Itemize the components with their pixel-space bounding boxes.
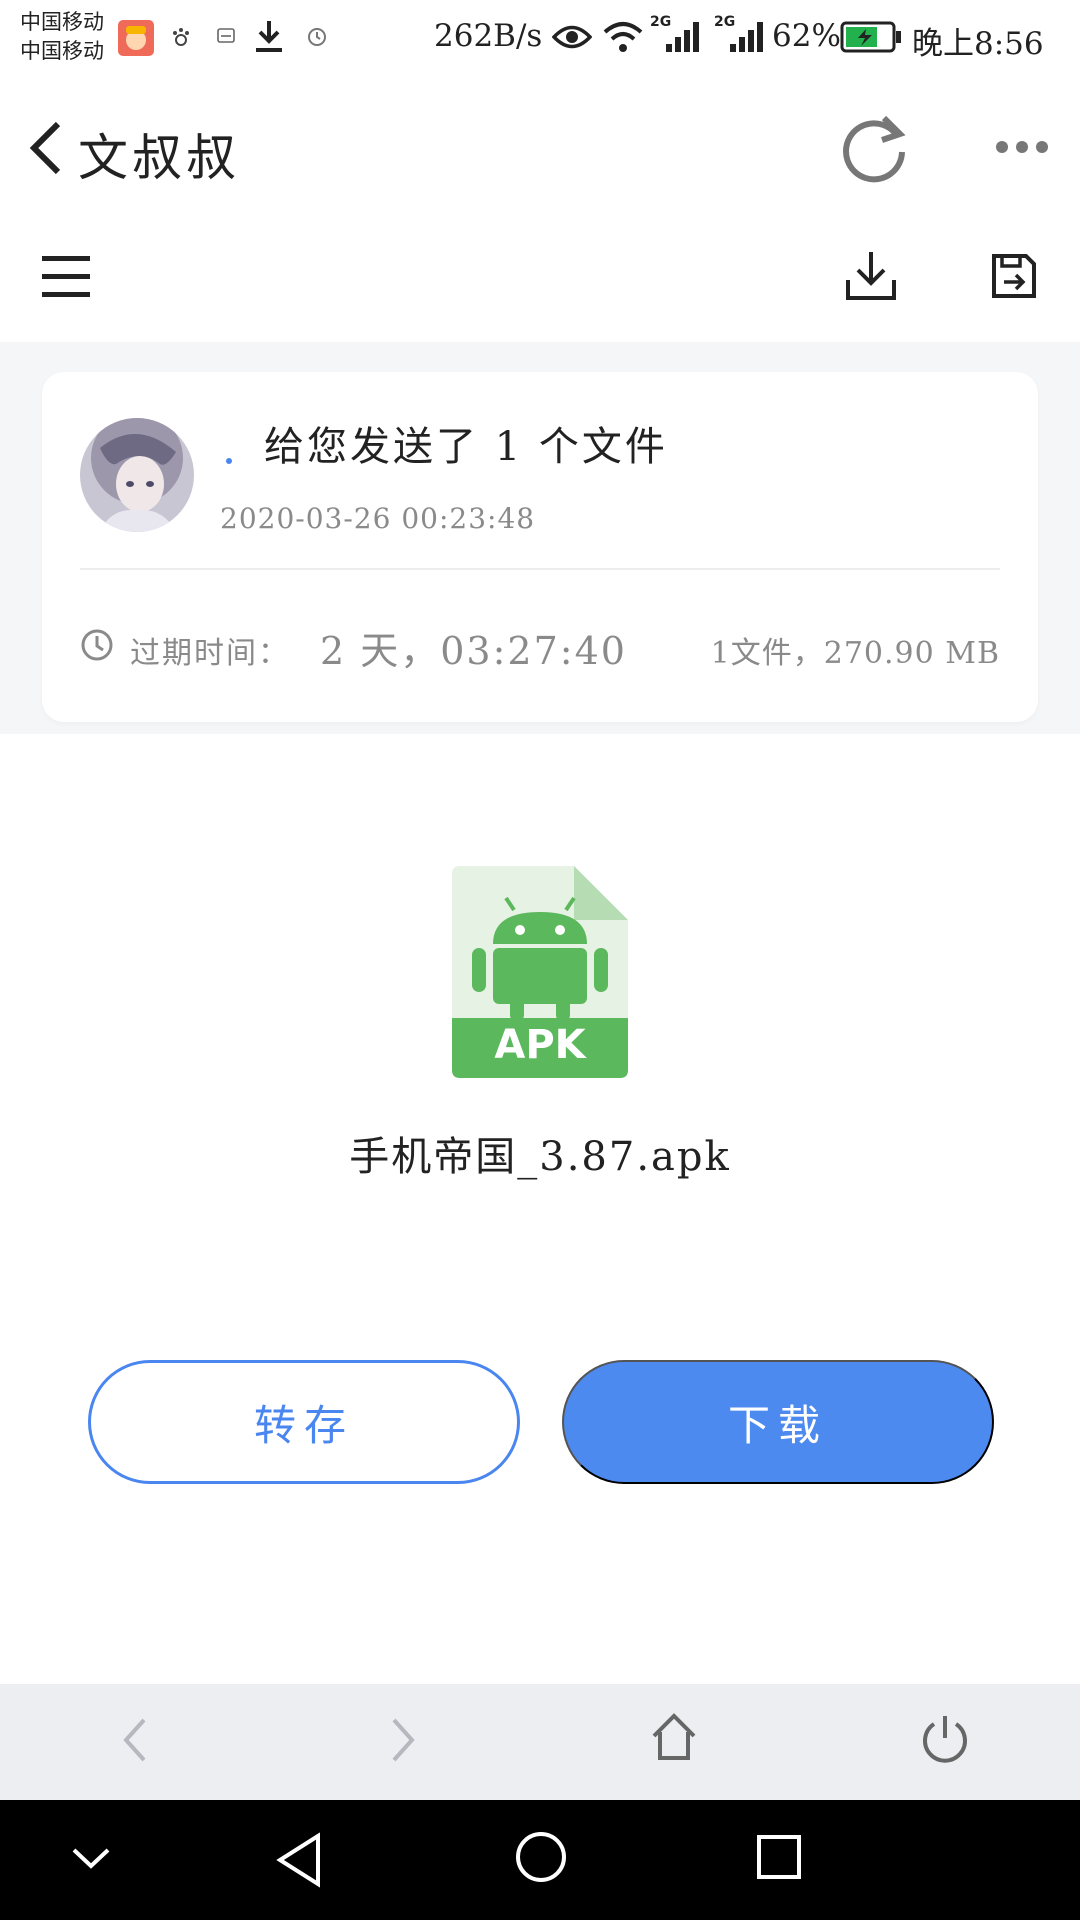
carrier-info: 中国移动 中国移动 [20,8,104,66]
net-speed: 262B/s [434,18,543,54]
share-card: 给您发送了 1 个文件 2020-03-26 00:23:48 过期时间： 2 … [42,372,1038,722]
app-avatar-icon [118,20,154,60]
expire-value: 2 天，03:27:40 [320,629,627,673]
sent-message: 给您发送了 1 个文件 [264,424,668,470]
refresh-icon[interactable] [838,112,910,188]
eye-icon [551,22,593,56]
back-arrow-icon[interactable] [118,1714,150,1770]
apk-file-icon: APK [452,866,628,1082]
signal-icon [664,18,704,58]
app-header: 文叔叔 [0,78,1080,220]
download-button[interactable]: 下载 [562,1360,994,1484]
download-icon[interactable] [844,250,898,306]
file-name: 手机帝国_3.87.apk [349,1134,731,1180]
sent-time: 2020-03-26 00:23:48 [220,502,536,535]
download-icon [252,18,286,58]
back-triangle-icon[interactable] [274,1832,324,1892]
alarm-icon [306,26,328,52]
toolbar [0,220,1080,342]
page-title: 文叔叔 [78,129,240,187]
file-summary: 1文件，270.90 MB [710,636,1000,671]
sender-name-dot [226,458,232,464]
avatar [80,418,194,532]
battery-percent: 62% [772,18,841,54]
paw-icon [170,26,192,52]
wifi-icon [602,20,644,58]
menu-icon[interactable] [42,254,92,304]
save-to-icon[interactable] [990,252,1038,304]
signal-icon [728,18,768,58]
message-icon [216,26,236,50]
home-icon[interactable] [650,1712,698,1766]
battery-icon [840,20,902,58]
home-circle-icon[interactable] [514,1830,568,1888]
card-divider [80,568,1000,570]
browser-nav-bar [0,1684,1080,1800]
carrier-name-2: 中国移动 [20,39,104,63]
main-content: 给您发送了 1 个文件 2020-03-26 00:23:48 过期时间： 2 … [0,342,1080,1684]
status-bar: 中国移动 中国移动 262B/s 2G 2G 62% 晚上8:56 [0,0,1080,78]
recents-square-icon[interactable] [756,1834,802,1884]
clock-icon [80,628,114,666]
apk-label: APK [494,1022,586,1068]
back-icon[interactable] [26,118,66,182]
carrier-name-1: 中国移动 [20,10,104,34]
system-nav-bar [0,1800,1080,1920]
forward-arrow-icon[interactable] [388,1714,420,1770]
power-icon[interactable] [920,1712,970,1768]
more-icon[interactable] [994,138,1050,160]
clock-time: 晚上8:56 [912,26,1044,62]
collapse-icon[interactable] [70,1844,112,1876]
save-to-cloud-button[interactable]: 转存 [88,1360,520,1484]
expire-label: 过期时间： [130,636,290,671]
